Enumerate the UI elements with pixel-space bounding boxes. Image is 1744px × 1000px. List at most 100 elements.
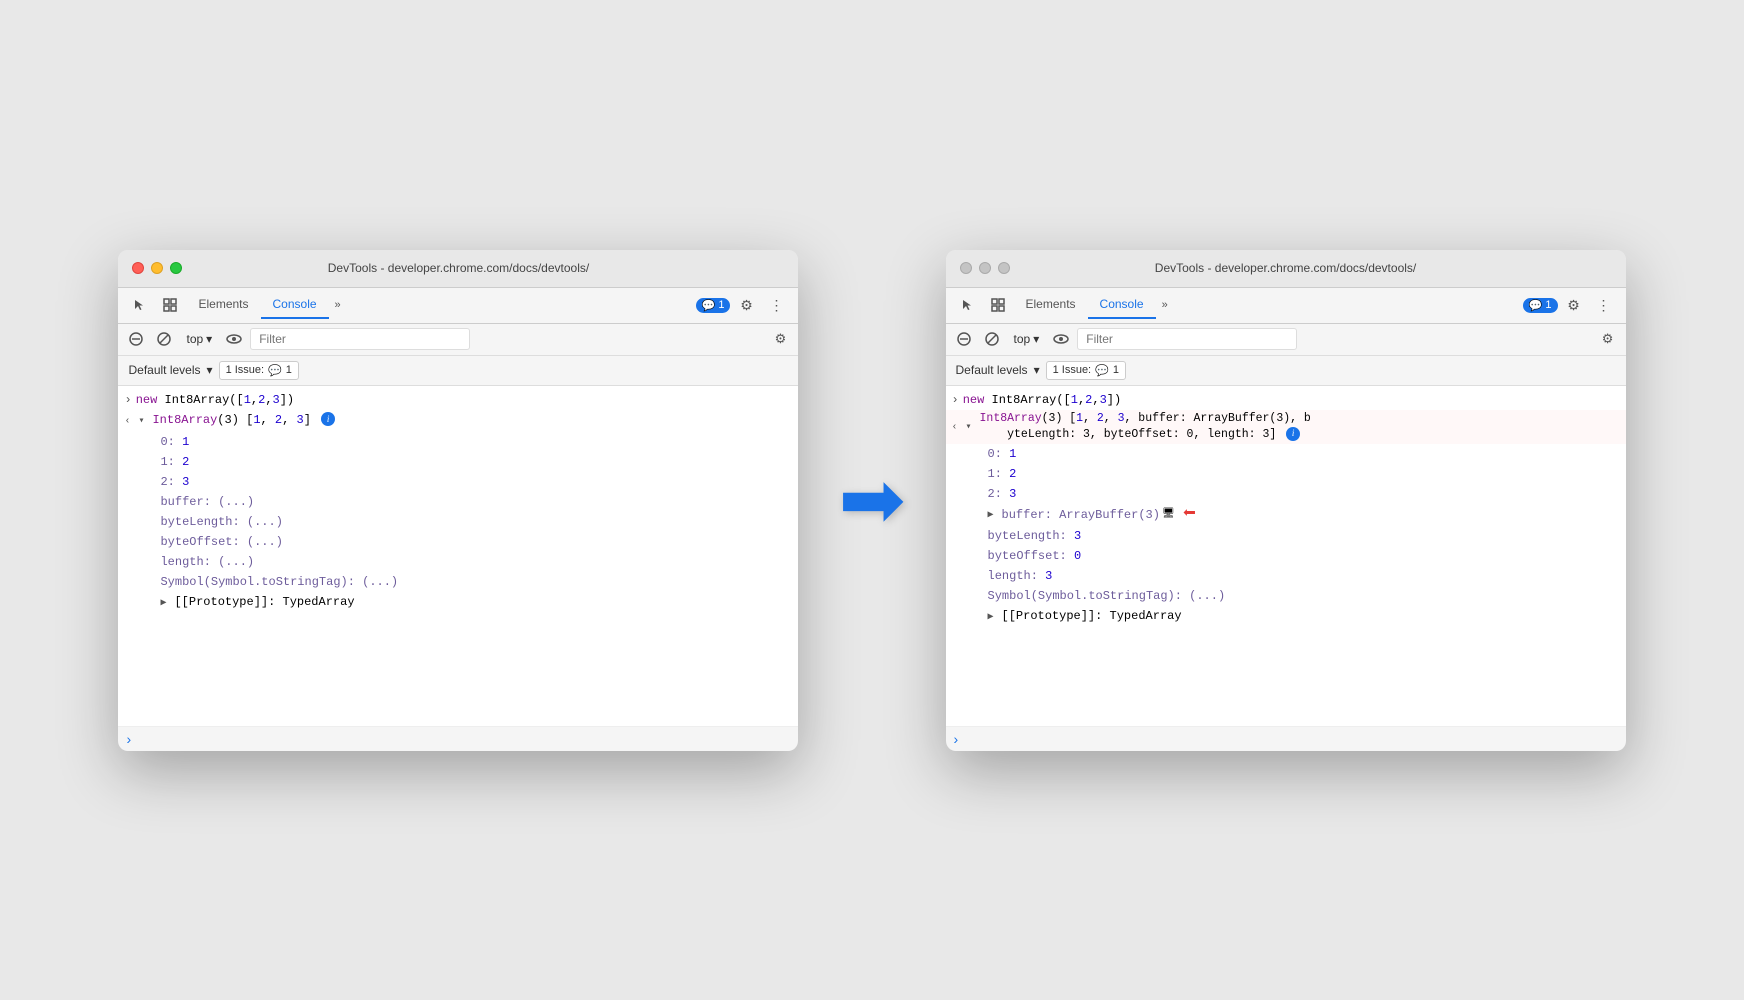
left-proto-expand[interactable]: ▶: [160, 595, 174, 613]
right-expand-down[interactable]: ▾: [966, 419, 980, 437]
left-close-button[interactable]: [132, 262, 144, 274]
left-prop-2: 2: 3: [118, 472, 798, 492]
right-prop-symbol: Symbol(Symbol.toStringTag): (...): [946, 586, 1626, 606]
right-proto-expand[interactable]: ▶: [988, 609, 1002, 627]
right-issues-badge-icon: 💬: [1095, 364, 1109, 377]
left-more-icon[interactable]: ⋮: [762, 291, 790, 319]
left-eye-icon[interactable]: [222, 327, 246, 351]
left-expand-back: ‹: [124, 413, 138, 431]
left-clear-icon[interactable]: [124, 327, 148, 351]
right-console-settings-icon[interactable]: ⚙: [1596, 327, 1620, 351]
right-prop-0: 0: 1: [946, 444, 1626, 464]
right-clear-icon[interactable]: [952, 327, 976, 351]
right-bottom-caret: ›: [954, 731, 959, 747]
left-prop-bytelength: byteLength: (...): [118, 512, 798, 532]
right-console-bottom: ›: [946, 726, 1626, 751]
left-prop-length: length: (...): [118, 552, 798, 572]
right-tab-console[interactable]: Console: [1088, 291, 1156, 319]
right-badge-icon: 💬: [1529, 299, 1543, 312]
right-command-line: › new Int8Array([1,2,3]): [946, 390, 1626, 410]
right-buffer-icon: 🖥: [1162, 506, 1175, 524]
left-console-settings-icon[interactable]: ⚙: [768, 327, 792, 351]
left-tab-more[interactable]: »: [329, 295, 347, 315]
right-prop-2: 2: 3: [946, 484, 1626, 504]
left-no-icon[interactable]: [152, 327, 176, 351]
right-prop-byteoffset: byteOffset: 0: [946, 546, 1626, 566]
left-expand-down[interactable]: ▾: [138, 413, 152, 431]
right-prop-buffer: ▶ buffer: ArrayBuffer(3) 🖥 ⬅: [946, 504, 1626, 526]
right-prop-prototype: ▶ [[Prototype]]: TypedArray: [946, 606, 1626, 628]
right-maximize-button[interactable]: [998, 262, 1010, 274]
right-traffic-lights: [960, 262, 1010, 274]
right-dropdown-arrow: ▾: [1033, 332, 1039, 346]
right-window-title: DevTools - developer.chrome.com/docs/dev…: [1155, 261, 1416, 275]
right-result-text: Int8Array(3) [1, 2, 3, buffer: ArrayBuff…: [980, 411, 1626, 443]
left-titlebar: DevTools - developer.chrome.com/docs/dev…: [118, 250, 798, 288]
right-default-levels: Default levels: [956, 363, 1028, 377]
right-settings-icon[interactable]: ⚙: [1560, 291, 1588, 319]
right-devtools-window: DevTools - developer.chrome.com/docs/dev…: [946, 250, 1626, 751]
right-prop-length: length: 3: [946, 566, 1626, 586]
left-inspector-icon[interactable]: [156, 291, 184, 319]
scene: DevTools - developer.chrome.com/docs/dev…: [58, 190, 1685, 811]
right-red-arrow-2: ⬅: [1183, 506, 1196, 524]
left-tab-console[interactable]: Console: [261, 291, 329, 319]
left-devtools-window: DevTools - developer.chrome.com/docs/dev…: [118, 250, 798, 751]
left-console-toolbar: top ▾ ⚙: [118, 324, 798, 356]
left-window-title: DevTools - developer.chrome.com/docs/dev…: [328, 261, 589, 275]
left-dropdown-arrow: ▾: [206, 332, 212, 346]
left-toolbar-right: 💬 1 ⚙ ⋮: [696, 291, 791, 319]
right-close-button[interactable]: [960, 262, 972, 274]
right-titlebar: DevTools - developer.chrome.com/docs/dev…: [946, 250, 1626, 288]
right-command-new: new Int8Array([1,2,3]): [963, 391, 1121, 409]
right-issues-button[interactable]: 1 Issue: 💬 1: [1046, 361, 1126, 380]
left-console-bottom: ›: [118, 726, 798, 751]
right-cursor-icon[interactable]: [954, 291, 982, 319]
left-minimize-button[interactable]: [151, 262, 163, 274]
left-tab-area: Elements Console »: [186, 291, 693, 319]
right-result-line: ‹ ▾ Int8Array(3) [1, 2, 3, buffer: Array…: [946, 410, 1626, 444]
left-filter-input[interactable]: [250, 328, 470, 350]
right-toolbar-right: 💬 1 ⚙ ⋮: [1523, 291, 1618, 319]
right-console-toolbar-right: ⚙: [1596, 327, 1620, 351]
right-no-icon[interactable]: [980, 327, 1004, 351]
left-prop-byteoffset: byteOffset: (...): [118, 532, 798, 552]
left-traffic-lights: [132, 262, 182, 274]
left-info-icon[interactable]: i: [321, 412, 335, 426]
left-prompt-arrow: ›: [124, 391, 131, 409]
right-minimize-button[interactable]: [979, 262, 991, 274]
right-prop-bytelength: byteLength: 3: [946, 526, 1626, 546]
right-expand-back: ‹: [952, 419, 966, 437]
right-info-icon[interactable]: i: [1286, 427, 1300, 441]
right-console-content: › new Int8Array([1,2,3]) ‹ ▾ Int8Array(3…: [946, 386, 1626, 726]
right-buffer-expand[interactable]: ▶: [988, 507, 1002, 525]
right-top-dropdown[interactable]: top ▾: [1008, 330, 1046, 348]
right-messages-badge[interactable]: 💬 1: [1523, 298, 1558, 313]
right-more-icon[interactable]: ⋮: [1590, 291, 1618, 319]
left-issues-button[interactable]: 1 Issue: 💬 1: [219, 361, 299, 380]
left-messages-badge[interactable]: 💬 1: [696, 298, 731, 313]
left-cursor-icon[interactable]: [126, 291, 154, 319]
left-main-toolbar: Elements Console » 💬 1 ⚙ ⋮: [118, 288, 798, 324]
direction-arrow: ➡: [838, 460, 905, 540]
left-badge-icon: 💬: [702, 299, 716, 312]
left-default-levels-arrow: ▾: [207, 363, 213, 377]
right-tab-area: Elements Console »: [1014, 291, 1521, 319]
left-issues-badge-icon: 💬: [268, 364, 282, 377]
right-issues-bar: Default levels ▾ 1 Issue: 💬 1: [946, 356, 1626, 386]
left-maximize-button[interactable]: [170, 262, 182, 274]
right-tab-more[interactable]: »: [1156, 295, 1174, 315]
left-top-dropdown[interactable]: top ▾: [180, 330, 218, 348]
right-eye-icon[interactable]: [1049, 327, 1073, 351]
left-tab-elements[interactable]: Elements: [186, 291, 260, 319]
right-prop-1: 1: 2: [946, 464, 1626, 484]
left-result-text: Int8Array(3) [1, 2, 3] i: [152, 411, 335, 429]
right-filter-input[interactable]: [1077, 328, 1297, 350]
right-tab-elements[interactable]: Elements: [1014, 291, 1088, 319]
left-prop-buffer: buffer: (...): [118, 492, 798, 512]
right-prompt-arrow: ›: [952, 391, 959, 409]
right-inspector-icon[interactable]: [984, 291, 1012, 319]
left-console-content: › new Int8Array([1,2,3]) ‹ ▾ Int8Array(3…: [118, 386, 798, 726]
left-settings-icon[interactable]: ⚙: [732, 291, 760, 319]
left-bottom-caret: ›: [126, 731, 131, 747]
